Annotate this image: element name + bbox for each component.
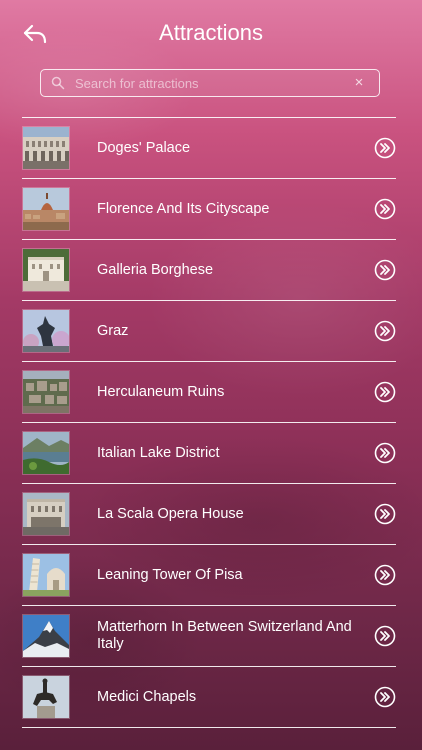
attraction-name: Medici Chapels: [97, 688, 197, 705]
chevron-right-icon[interactable]: [374, 625, 396, 647]
list-item[interactable]: Italian Lake District: [22, 423, 396, 484]
attraction-name: Doges' Palace: [97, 139, 191, 156]
palace-photo: [23, 127, 69, 169]
attraction-name: Italian Lake District: [97, 444, 220, 461]
chevron-right-icon[interactable]: [374, 686, 396, 708]
clear-icon[interactable]: ×: [349, 73, 369, 93]
attractions-list: Doges' Palace Florence And Its Cityscape: [22, 117, 396, 728]
chevron-right-icon[interactable]: [374, 503, 396, 525]
opera-house-photo: [23, 493, 69, 535]
list-item[interactable]: Florence And Its Cityscape: [22, 179, 396, 240]
tower-photo: [23, 554, 69, 596]
header-bar: Attractions: [0, 0, 422, 66]
mountain-photo: [23, 615, 69, 657]
list-item[interactable]: Galleria Borghese: [22, 240, 396, 301]
attraction-name: Graz: [97, 322, 129, 339]
list-item[interactable]: Matterhorn In Between Switzerland And It…: [22, 606, 396, 667]
list-item[interactable]: Herculaneum Ruins: [22, 362, 396, 423]
chevron-right-icon[interactable]: [374, 564, 396, 586]
list-item[interactable]: Leaning Tower Of Pisa: [22, 545, 396, 606]
list-item[interactable]: Doges' Palace: [22, 118, 396, 179]
attraction-name: La Scala Opera House: [97, 505, 244, 522]
chevron-right-icon[interactable]: [374, 259, 396, 281]
search-bar[interactable]: ×: [40, 69, 380, 97]
villa-photo: [23, 249, 69, 291]
page-title: Attractions: [159, 20, 263, 45]
chevron-right-icon[interactable]: [374, 381, 396, 403]
attraction-name: Leaning Tower Of Pisa: [97, 566, 243, 583]
chevron-right-icon[interactable]: [374, 137, 396, 159]
list-item[interactable]: La Scala Opera House: [22, 484, 396, 545]
equestrian-statue-photo: [23, 676, 69, 718]
search-input[interactable]: [75, 75, 349, 91]
attraction-name: Herculaneum Ruins: [97, 383, 225, 400]
ruins-photo: [23, 371, 69, 413]
list-item[interactable]: Graz: [22, 301, 396, 362]
attraction-name: Florence And Its Cityscape: [97, 200, 270, 217]
statue-photo: [23, 310, 69, 352]
attraction-name: Galleria Borghese: [97, 261, 214, 278]
chevron-right-icon[interactable]: [374, 442, 396, 464]
chevron-right-icon[interactable]: [374, 198, 396, 220]
cityscape-photo: [23, 188, 69, 230]
search-icon: [51, 76, 65, 90]
attraction-name: Matterhorn In Between Switzerland And It…: [97, 619, 352, 652]
chevron-right-icon[interactable]: [374, 320, 396, 342]
lake-photo: [23, 432, 69, 474]
list-item[interactable]: Medici Chapels: [22, 667, 396, 728]
